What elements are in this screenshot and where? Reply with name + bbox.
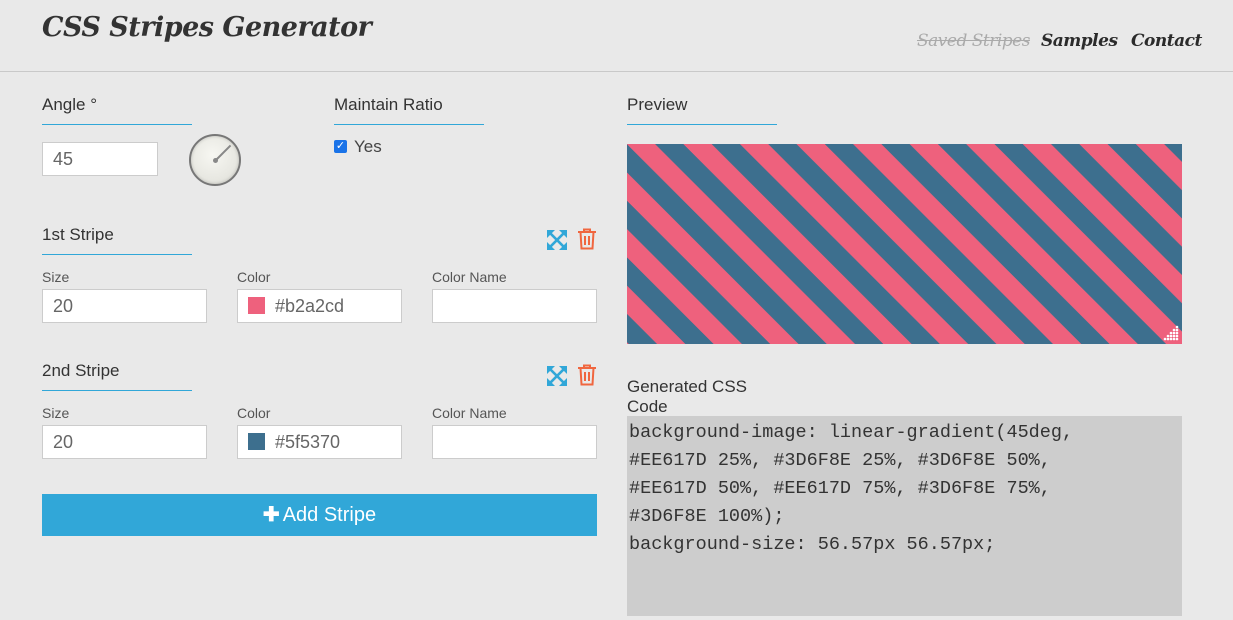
trash-icon[interactable] [577,228,599,250]
stripe-2-color-input[interactable]: #5f5370 [237,425,402,459]
stripe-1-color-name-input[interactable] [432,289,597,323]
maintain-ratio-checkbox[interactable]: ✓ [334,140,347,153]
stripe-2-color-label: Color [237,405,271,421]
stripe-2-title: 2nd Stripe [42,361,192,391]
stripe-1-color-value: #b2a2cd [275,296,345,316]
stripe-1-size-label: Size [42,269,70,285]
dial-center [213,158,218,163]
nav-contact[interactable]: Contact [1131,31,1202,51]
expand-icon[interactable] [546,229,568,251]
maintain-ratio-label: Maintain Ratio [334,95,484,125]
stripe-2-size-label: Size [42,405,70,421]
stripe-2-color-value: #5f5370 [275,432,341,452]
site-logo[interactable]: CSS Stripes Generator [42,12,372,43]
add-stripe-label: Add Stripe [282,504,377,526]
add-stripe-button[interactable]: ✚ Add Stripe [42,494,597,536]
stripe-2-color-name-input[interactable] [432,425,597,459]
stripe-1-color-label: Color [237,269,271,285]
plus-icon: ✚ [262,504,280,526]
stripe-1-color-name-label: Color Name [432,269,507,285]
expand-icon[interactable] [546,365,568,387]
angle-label: Angle ° [42,95,192,125]
stripe-2-color-swatch[interactable] [248,433,265,451]
stripe-1-color-swatch[interactable] [248,297,265,315]
nav-samples[interactable]: Samples [1041,31,1118,51]
generated-css-code[interactable]: background-image: linear-gradient(45deg,… [627,416,1182,616]
angle-input[interactable]: 45 [42,142,158,176]
stripe-preview [627,144,1182,344]
trash-icon[interactable] [577,364,599,386]
stripe-1-title: 1st Stripe [42,225,192,255]
stripe-2-size-input[interactable]: 20 [42,425,207,459]
stripe-2-color-name-label: Color Name [432,405,507,421]
maintain-ratio-option[interactable]: Yes [354,137,382,157]
resize-handle-icon[interactable] [1160,322,1180,342]
angle-dial[interactable] [189,134,241,186]
preview-label: Preview [627,95,777,125]
stripe-1-color-input[interactable]: #b2a2cd [237,289,402,323]
nav-saved-stripes[interactable]: Saved Stripes [917,31,1030,51]
header: CSS Stripes Generator Saved Stripes Samp… [0,0,1233,72]
stripe-1-size-input[interactable]: 20 [42,289,207,323]
